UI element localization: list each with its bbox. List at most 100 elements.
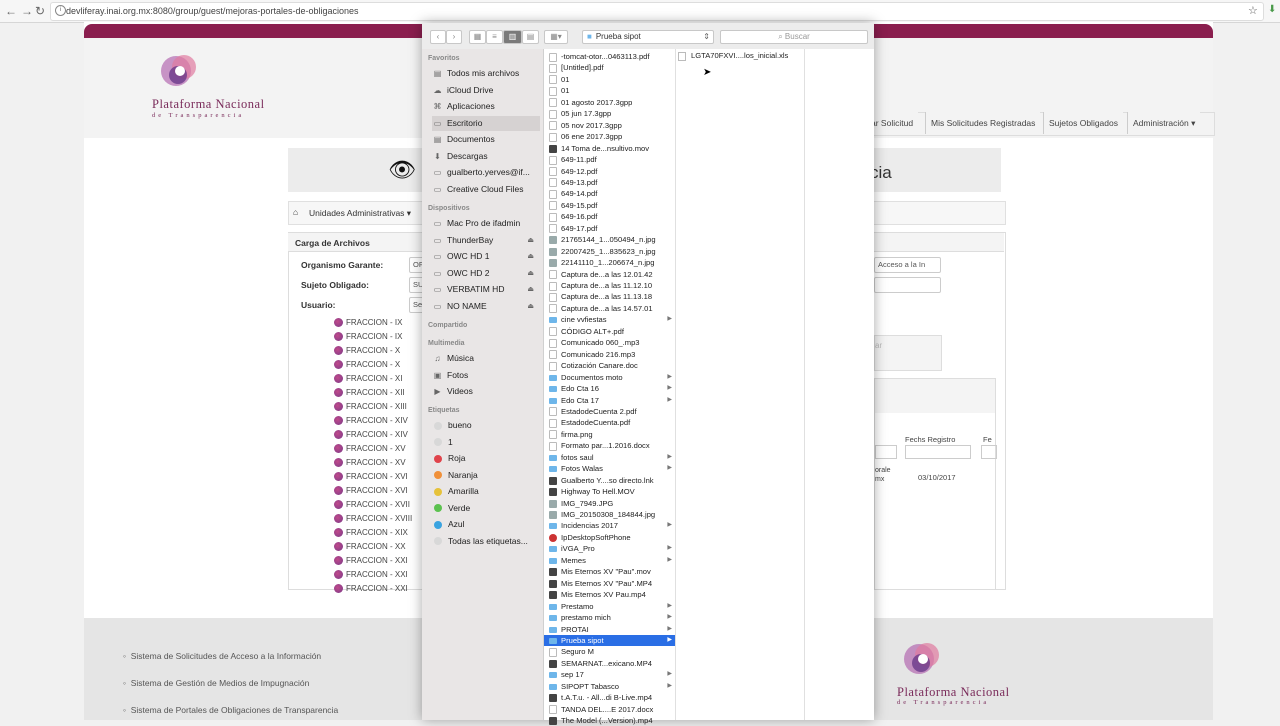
folder-item[interactable]: Memes ▶ (544, 555, 675, 566)
file-item[interactable]: IMG_7949.JPG (544, 498, 675, 509)
nav-item-administracion[interactable]: Administración ▾ (1127, 112, 1201, 134)
column-view-button[interactable]: ▥ (503, 30, 522, 44)
fraccion-item[interactable]: FRACCION - XV (334, 458, 406, 468)
file-item[interactable]: 01 (544, 85, 675, 96)
file-item[interactable]: firma.png (544, 429, 675, 440)
fraccion-item[interactable]: FRACCION - XXI (334, 570, 408, 580)
sidebar-tag[interactable]: Azul (432, 517, 540, 532)
fraccion-item[interactable]: FRACCION - X (334, 360, 400, 370)
nav-item-sujetos[interactable]: Sujetos Obligados (1043, 112, 1123, 134)
subfile-item[interactable]: LGTA70FXVI....los_inicial.xls (678, 51, 788, 61)
file-item[interactable]: 649-13.pdf (544, 177, 675, 188)
file-item[interactable]: 22141110_1...206674_n.jpg (544, 257, 675, 268)
fraccion-item[interactable]: FRACCION - XIV (334, 430, 408, 440)
folder-item[interactable]: Prestamo ▶ (544, 601, 675, 612)
fraccion-item[interactable]: FRACCION - IX (334, 318, 402, 328)
folder-item[interactable]: cine vvfiestas ▶ (544, 314, 675, 325)
sidebar-tag[interactable]: Todas las etiquetas... (432, 534, 540, 549)
folder-item[interactable]: Edo Cta 16 ▶ (544, 383, 675, 394)
folder-item[interactable]: PROTAI ▶ (544, 624, 675, 635)
folder-item[interactable]: Incidencias 2017 ▶ (544, 520, 675, 531)
location-popup[interactable]: ■ Prueba sipot ⇕ (582, 30, 714, 44)
filter-input-3[interactable] (981, 445, 997, 459)
filter-input-2[interactable] (905, 445, 971, 459)
list-view-button[interactable]: ≡ (486, 30, 503, 44)
file-item[interactable]: -tomcat-otor...0463113.pdf (544, 51, 675, 62)
sidebar-tag[interactable]: 1 (432, 435, 540, 450)
info-icon[interactable]: i (55, 5, 66, 16)
icon-view-button[interactable]: ▦ (469, 30, 486, 44)
file-item[interactable]: Captura de...a las 11.13.18 (544, 291, 675, 302)
eject-icon[interactable]: ⏏ (527, 299, 534, 314)
arrange-button[interactable]: ▦▾ (544, 30, 568, 44)
file-item[interactable]: 21765144_1...050494_n.jpg (544, 234, 675, 245)
file-item[interactable]: t.A.T.u. - All...di B-Live.mp4 (544, 692, 675, 703)
sidebar-tag[interactable]: Naranja (432, 468, 540, 483)
file-item[interactable]: 649-16.pdf (544, 211, 675, 222)
sidebar-device[interactable]: ▭ OWC HD 2 ⏏ (432, 266, 540, 281)
home-icon[interactable]: ⌂ (293, 207, 298, 217)
file-item[interactable]: [Untitled].pdf (544, 62, 675, 73)
fraccion-item[interactable]: FRACCION - IX (334, 332, 402, 342)
eject-icon[interactable]: ⏏ (527, 266, 534, 281)
file-item[interactable]: Highway To Hell.MOV (544, 486, 675, 497)
eject-icon[interactable]: ⏏ (527, 233, 534, 248)
sidebar-device[interactable]: ▭ ThunderBay ⏏ (432, 233, 540, 248)
extension-icon[interactable]: ⬇ (1268, 4, 1276, 15)
file-item[interactable]: 649-11.pdf (544, 154, 675, 165)
sidebar-tag[interactable]: Roja (432, 451, 540, 466)
folder-item[interactable]: iVGA_Pro ▶ (544, 543, 675, 554)
sidebar-media[interactable]: ▶ Videos (432, 384, 540, 399)
file-item[interactable]: EstadodeCuenta.pdf (544, 417, 675, 428)
fraccion-item[interactable]: FRACCION - XXI (334, 556, 408, 566)
fraccion-item[interactable]: FRACCION - XIII (334, 402, 407, 412)
folder-item[interactable]: Edo Cta 17 ▶ (544, 395, 675, 406)
file-item[interactable]: 06 ene 2017.3gpp (544, 131, 675, 142)
sidebar-tag[interactable]: Amarilla (432, 484, 540, 499)
file-item[interactable]: 22007425_1...835623_n.jpg (544, 246, 675, 257)
bookmark-star-icon[interactable]: ☆ (1248, 4, 1258, 17)
folder-item[interactable]: fotos saul ▶ (544, 452, 675, 463)
sidebar-device[interactable]: ▭ OWC HD 1 ⏏ (432, 249, 540, 264)
file-item[interactable]: IMG_20150308_184844.jpg (544, 509, 675, 520)
fraccion-item[interactable]: FRACCION - XIV (334, 416, 408, 426)
sidebar-media[interactable]: ♫ Música (432, 351, 540, 366)
file-item[interactable]: Captura de...a las 14.57.01 (544, 303, 675, 314)
breadcrumb-units[interactable]: Unidades Administrativas ▾ (309, 208, 411, 219)
file-item[interactable]: Comunicado 216.mp3 (544, 349, 675, 360)
folder-item[interactable]: Prueba sipot ▶ (544, 634, 675, 647)
fraccion-item[interactable]: FRACCION - XII (334, 388, 405, 398)
file-item[interactable]: IpDesktopSoftPhone (544, 532, 675, 543)
folder-item[interactable]: prestamo mich ▶ (544, 612, 675, 623)
file-item[interactable]: Captura de...a las 11.12.10 (544, 280, 675, 291)
folder-item[interactable]: Documentos moto ▶ (544, 372, 675, 383)
folder-item[interactable]: Fotos Walas ▶ (544, 463, 675, 474)
sidebar-item[interactable]: ▭ Creative Cloud Files (432, 182, 540, 197)
footer-link-solicitudes[interactable]: ◦ Sistema de Solicitudes de Acceso a la … (123, 651, 321, 661)
fraccion-item[interactable]: FRACCION - XVII (334, 500, 410, 510)
sidebar-device[interactable]: ▭ NO NAME ⏏ (432, 299, 540, 314)
file-item[interactable]: Seguro M (544, 646, 675, 657)
file-item[interactable]: 649-14.pdf (544, 188, 675, 199)
pnt-logo[interactable] (150, 45, 208, 100)
file-item[interactable]: Captura de...a las 12.01.42 (544, 269, 675, 280)
file-item[interactable]: Mis Eternos XV Pau.mp4 (544, 589, 675, 600)
filter-input-1[interactable] (875, 445, 897, 459)
sidebar-item[interactable]: ☁ iCloud Drive (432, 83, 540, 98)
fraccion-item[interactable]: FRACCION - XXI (334, 584, 408, 594)
file-item[interactable]: Mis Eternos XV "Pau".mov (544, 566, 675, 577)
fraccion-item[interactable]: FRACCION - XX (334, 542, 406, 552)
fraccion-item[interactable]: FRACCION - XI (334, 374, 402, 384)
file-item[interactable]: 649-17.pdf (544, 223, 675, 234)
file-item[interactable]: Cotización Canare.doc (544, 360, 675, 371)
reload-icon[interactable]: ↻ (35, 4, 45, 18)
fraccion-item[interactable]: FRACCION - XV (334, 444, 406, 454)
back-nav-button[interactable]: ‹ (430, 30, 446, 44)
sidebar-item[interactable]: ⌘ Aplicaciones (432, 99, 540, 114)
sidebar-item[interactable]: ▤ Documentos (432, 132, 540, 147)
file-item[interactable]: 649-12.pdf (544, 166, 675, 177)
file-item[interactable]: 05 jun 17.3gpp (544, 108, 675, 119)
eject-icon[interactable]: ⏏ (527, 249, 534, 264)
footer-link-portales[interactable]: ◦ Sistema de Portales de Obligaciones de… (123, 705, 338, 715)
fraccion-item[interactable]: FRACCION - X (334, 346, 400, 356)
